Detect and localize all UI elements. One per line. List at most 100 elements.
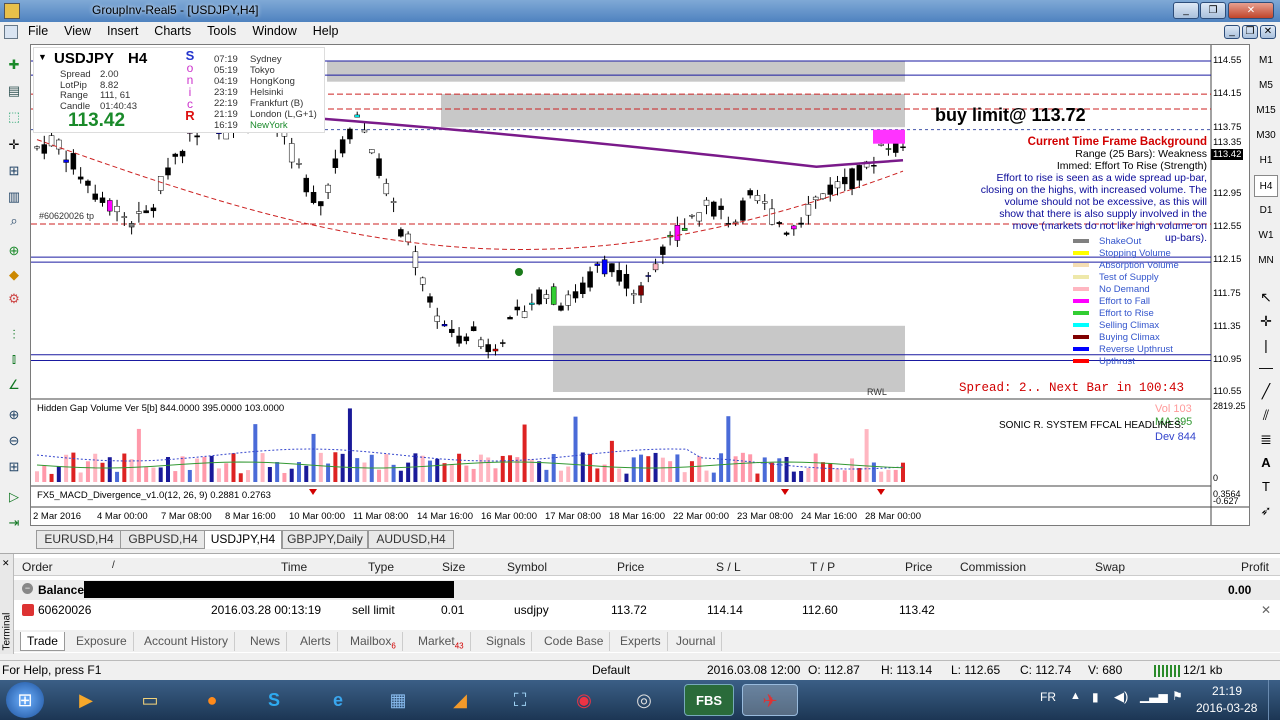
ie-icon[interactable]: e — [316, 684, 360, 716]
data-window-icon[interactable]: ▥ — [4, 188, 24, 206]
timeframe-m1[interactable]: M1 — [1254, 50, 1278, 72]
col-sl[interactable]: S / L — [716, 560, 741, 574]
menu-tools[interactable]: Tools — [199, 22, 244, 40]
order-delete-icon[interactable]: ✕ — [1261, 603, 1271, 617]
timeframe-d1[interactable]: D1 — [1254, 200, 1278, 222]
tab-trade[interactable]: Trade — [20, 632, 65, 651]
media-player-icon[interactable]: ▶ — [64, 684, 108, 716]
mdi-restore-button[interactable]: ❐ — [1242, 25, 1258, 39]
close-button[interactable]: ✕ — [1228, 2, 1274, 19]
photos-icon[interactable]: ▦ — [376, 684, 420, 716]
menu-help[interactable]: Help — [305, 22, 347, 40]
market-watch-icon[interactable]: ⊞ — [4, 162, 24, 180]
collapse-icon[interactable]: ▼ — [38, 52, 47, 62]
opera-icon[interactable]: ◉ — [562, 684, 606, 716]
clock-time[interactable]: 21:19 — [1212, 684, 1242, 698]
menu-charts[interactable]: Charts — [146, 22, 199, 40]
disc-icon[interactable]: ◎ — [622, 684, 666, 716]
trendline-icon[interactable]: ∠ — [4, 376, 24, 394]
tile-windows-icon[interactable]: ⊞ — [4, 458, 24, 476]
col-type[interactable]: Type — [368, 560, 394, 574]
zoom-in-icon[interactable]: ⊕ — [4, 406, 24, 424]
autoscroll-icon[interactable]: ▷ — [4, 488, 24, 506]
tab-account-history[interactable]: Account History — [138, 632, 236, 651]
show-desktop-button[interactable] — [1268, 680, 1280, 720]
options-icon[interactable]: ⚙ — [4, 290, 24, 308]
timeframe-w1[interactable]: W1 — [1254, 225, 1278, 247]
cursor-icon[interactable]: ↖ — [1254, 286, 1278, 308]
label-tool-icon[interactable]: T — [1254, 476, 1278, 498]
vertical-line-icon[interactable]: ⫾ — [4, 350, 24, 368]
chart-shift-icon[interactable]: ⇥ — [4, 514, 24, 532]
col-tp[interactable]: T / P — [810, 560, 835, 574]
zoom-view-icon[interactable]: ⌕ — [4, 212, 24, 230]
terminal-close-icon[interactable]: ✕ — [2, 558, 10, 569]
chart-tab[interactable]: AUDUSD,H4 — [368, 530, 454, 549]
trendline-tool-icon[interactable]: ╱ — [1254, 380, 1278, 402]
chart-tab[interactable]: EURUSD,H4 — [36, 530, 122, 549]
minimize-button[interactable]: _ — [1173, 2, 1199, 19]
chart-tab[interactable]: GBPUSD,H4 — [120, 530, 206, 549]
menu-file[interactable]: File — [20, 22, 56, 40]
chart-window[interactable]: ▼ USDJPY H4 Spread LotPip Range Candle 2… — [30, 44, 1250, 526]
maximize-button[interactable]: ❐ — [1200, 2, 1226, 19]
expert-advisor-icon[interactable]: ◆ — [4, 266, 24, 284]
order-row[interactable]: 60620026 2016.03.28 00:13:19 sell limit … — [14, 600, 1280, 620]
language-indicator[interactable]: FR — [1040, 690, 1056, 704]
col-cur-price[interactable]: Price — [905, 560, 932, 574]
col-swap[interactable]: Swap — [1095, 560, 1125, 574]
col-profit[interactable]: Profit — [1241, 560, 1269, 574]
chart-app-icon[interactable]: ◢ — [438, 684, 482, 716]
chart-tab-active[interactable]: USDJPY,H4 — [204, 530, 282, 549]
signal-bars-icon[interactable]: ▁▃▅ — [1140, 689, 1168, 703]
skype-icon[interactable]: S — [252, 684, 296, 716]
text-tool-icon[interactable]: A — [1254, 452, 1278, 474]
start-button[interactable]: ⊞ — [6, 682, 44, 718]
zoom-out-icon[interactable]: ⊖ — [4, 432, 24, 450]
col-sort-icon[interactable]: / — [112, 560, 115, 571]
col-time[interactable]: Time — [281, 560, 307, 574]
tab-journal[interactable]: Journal — [670, 632, 723, 651]
tray-chevron-icon[interactable]: ▲ — [1070, 690, 1081, 702]
timeframe-m15[interactable]: M15 — [1254, 100, 1278, 122]
profiles-icon[interactable]: ▤ — [4, 82, 24, 100]
add-chart-icon[interactable]: ⊕ — [4, 242, 24, 260]
mdi-minimize-button[interactable]: _ — [1224, 25, 1240, 39]
menu-view[interactable]: View — [56, 22, 99, 40]
tab-code-base[interactable]: Code Base — [538, 632, 611, 651]
timeframe-mn[interactable]: MN — [1254, 250, 1278, 272]
col-price[interactable]: Price — [617, 560, 644, 574]
status-profile[interactable]: Default — [592, 663, 630, 677]
timeframe-h1[interactable]: H1 — [1254, 150, 1278, 172]
cursor-period-icon[interactable]: ⫶ — [4, 326, 24, 344]
mdi-close-button[interactable]: ✕ — [1260, 25, 1276, 39]
crosshair-tool-icon[interactable]: ✛ — [1254, 310, 1278, 332]
col-size[interactable]: Size — [442, 560, 465, 574]
timeframe-h4[interactable]: H4 — [1254, 175, 1278, 197]
col-symbol[interactable]: Symbol — [507, 560, 547, 574]
fibo-tool-icon[interactable]: ≣ — [1254, 428, 1278, 450]
menu-window[interactable]: Window — [244, 22, 304, 40]
firefox-icon[interactable]: ● — [190, 684, 234, 716]
tab-experts[interactable]: Experts — [614, 632, 668, 651]
tab-exposure[interactable]: Exposure — [70, 632, 134, 651]
timeframe-m30[interactable]: M30 — [1254, 125, 1278, 147]
new-order-icon[interactable]: ✚ — [4, 56, 24, 74]
volume-icon[interactable]: ◀) — [1114, 689, 1128, 705]
tab-news[interactable]: News — [244, 632, 288, 651]
vertical-line-tool-icon[interactable]: | — [1254, 334, 1278, 356]
balance-collapse-icon[interactable]: − — [22, 583, 33, 594]
network-app-icon[interactable]: ⛶ — [498, 684, 542, 716]
col-commission[interactable]: Commission — [960, 560, 1026, 574]
crosshair-icon[interactable]: ✛ — [4, 136, 24, 154]
horizontal-line-tool-icon[interactable]: — — [1254, 356, 1278, 378]
navigator-icon[interactable]: ⬚ — [4, 108, 24, 126]
channel-tool-icon[interactable]: ⫽ — [1254, 404, 1278, 426]
chart-tab[interactable]: GBPJPY,Daily — [282, 530, 368, 549]
timeframe-m5[interactable]: M5 — [1254, 75, 1278, 97]
explorer-icon[interactable]: ▭ — [128, 684, 172, 716]
tab-mailbox[interactable]: Mailbox6 — [344, 632, 403, 651]
arrow-tool-icon[interactable]: ➶ — [1254, 500, 1278, 522]
tab-alerts[interactable]: Alerts — [294, 632, 338, 651]
clock-date[interactable]: 2016-03-28 — [1196, 701, 1257, 715]
